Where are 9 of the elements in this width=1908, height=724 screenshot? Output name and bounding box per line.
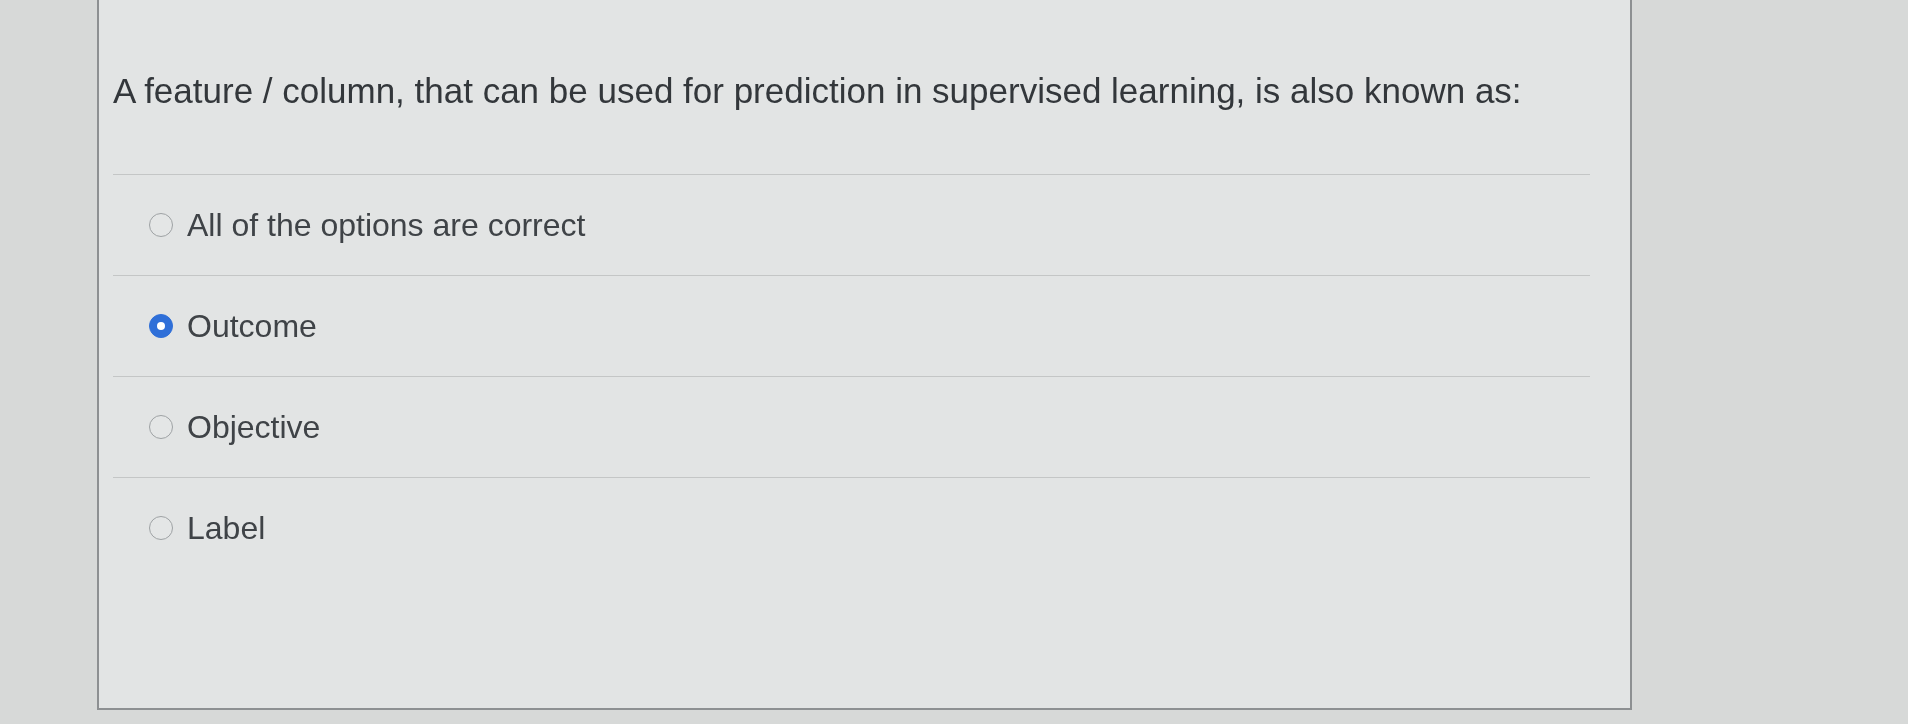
option-label: Outcome xyxy=(187,307,317,345)
radio-button[interactable] xyxy=(149,516,173,540)
question-text: A feature / column, that can be used for prediction in supervised learning, is also known as: xyxy=(113,70,1523,112)
option-label: All of the options are correct xyxy=(187,206,586,244)
radio-button[interactable] xyxy=(149,213,173,237)
option-label: Objective xyxy=(187,408,321,446)
radio-button[interactable] xyxy=(149,314,173,338)
option-label: Label xyxy=(187,509,266,547)
radio-button[interactable] xyxy=(149,415,173,439)
